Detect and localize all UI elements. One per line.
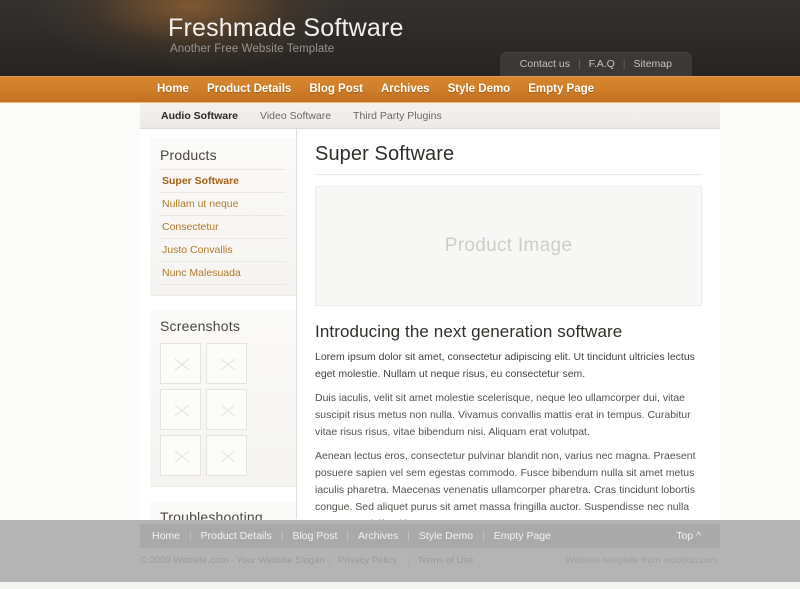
header-inner: Freshmade Software Another Free Website … bbox=[140, 0, 720, 76]
nav-item-home[interactable]: Home bbox=[148, 76, 198, 103]
list-item: Nunc Malesuada bbox=[160, 261, 286, 285]
section-heading: Introducing the next generation software bbox=[315, 322, 623, 341]
sidebar-product-justo-convallis[interactable]: Justo Convallis bbox=[160, 239, 286, 261]
sidebar-product-super-software[interactable]: Super Software bbox=[160, 170, 286, 192]
nav-item-product-details[interactable]: Product Details bbox=[198, 76, 300, 110]
privacy-policy-link[interactable]: Privacy Policy bbox=[331, 555, 404, 566]
list-item: Super Software bbox=[160, 169, 286, 192]
secondary-nav: Audio Software Video Software Third Part… bbox=[140, 103, 720, 129]
sidebar-block-products: Products Super Software Nullam ut neque … bbox=[150, 139, 296, 296]
screenshot-thumbnail-grid bbox=[160, 340, 286, 476]
paragraph-body-1: Duis iaculis, velit sit amet molestie sc… bbox=[315, 392, 691, 438]
nav-item-style-demo[interactable]: Style Demo bbox=[439, 76, 520, 103]
nav-item-blog-post[interactable]: Blog Post bbox=[300, 76, 372, 103]
nav-item-empty-page[interactable]: Empty Page bbox=[519, 76, 603, 103]
back-to-top-link[interactable]: Top ^ bbox=[667, 530, 710, 542]
list-item: Consectetur bbox=[160, 215, 286, 238]
sidebar-block-screenshots: Screenshots bbox=[150, 310, 296, 487]
footer-nav-empty-page[interactable]: Empty Page bbox=[485, 530, 560, 542]
screenshot-thumbnail[interactable] bbox=[160, 389, 201, 430]
primary-nav-bar: Home Product Details Blog Post Archives … bbox=[0, 76, 800, 110]
sidebar: Products Super Software Nullam ut neque … bbox=[140, 129, 297, 589]
screenshot-thumbnail[interactable] bbox=[206, 343, 247, 384]
main-content: Super Software Product Image Introducing… bbox=[297, 129, 720, 558]
screenshot-thumbnail[interactable] bbox=[206, 389, 247, 430]
sidebar-product-consectetur[interactable]: Consectetur bbox=[160, 216, 286, 238]
page-title: Super Software bbox=[315, 143, 702, 175]
screenshot-thumbnail[interactable] bbox=[160, 435, 201, 476]
site-title: Freshmade Software bbox=[168, 14, 404, 42]
footer-bottom-edge bbox=[0, 582, 800, 589]
screenshot-thumbnail[interactable] bbox=[206, 435, 247, 476]
paragraph-intro: Lorem ipsum dolor sit amet, consectetur … bbox=[315, 351, 695, 380]
template-credit-text: Website template from moobon.com bbox=[565, 555, 718, 566]
product-image-placeholder: Product Image bbox=[315, 186, 702, 306]
subnav-item-audio-software[interactable]: Audio Software bbox=[150, 110, 249, 122]
sidebar-product-nullam-ut-neque[interactable]: Nullam ut neque bbox=[160, 193, 286, 215]
content-row: Products Super Software Nullam ut neque … bbox=[140, 129, 720, 589]
sidebar-product-nunc-malesuada[interactable]: Nunc Malesuada bbox=[160, 262, 286, 284]
footer-nav-style-demo[interactable]: Style Demo bbox=[410, 530, 482, 542]
utility-links: Contact us | F.A.Q | Sitemap bbox=[499, 52, 692, 76]
page-container: Audio Software Video Software Third Part… bbox=[140, 103, 720, 589]
copyright-text: © 2009 Website.com - Your Website Slogan bbox=[140, 555, 325, 566]
site-header: Freshmade Software Another Free Website … bbox=[0, 0, 800, 76]
nav-item-archives[interactable]: Archives bbox=[372, 76, 439, 103]
footer-nav-blog-post[interactable]: Blog Post bbox=[283, 530, 346, 542]
subnav-item-third-party-plugins[interactable]: Third Party Plugins bbox=[342, 110, 453, 122]
footer-legal-row: © 2009 Website.com - Your Website Slogan… bbox=[140, 555, 720, 566]
sidebar-screenshots-title: Screenshots bbox=[160, 318, 241, 334]
footer-nav-product-details[interactable]: Product Details bbox=[192, 530, 281, 542]
site-tagline: Another Free Website Template bbox=[170, 43, 335, 55]
screenshot-thumbnail[interactable] bbox=[160, 343, 201, 384]
utility-link-sitemap[interactable]: Sitemap bbox=[625, 58, 680, 70]
list-item: Nullam ut neque bbox=[160, 192, 286, 215]
list-item: Justo Convallis bbox=[160, 238, 286, 261]
footer-nav-archives[interactable]: Archives bbox=[349, 530, 407, 542]
footer-nav: Home | Product Details | Blog Post | Arc… bbox=[140, 524, 720, 548]
subnav-item-video-software[interactable]: Video Software bbox=[249, 110, 342, 122]
sidebar-products-title: Products bbox=[160, 147, 217, 163]
primary-nav: Home Product Details Blog Post Archives … bbox=[140, 76, 720, 110]
sidebar-products-list: Super Software Nullam ut neque Consectet… bbox=[160, 169, 286, 285]
utility-link-contact-us[interactable]: Contact us bbox=[512, 58, 578, 70]
utility-link-faq[interactable]: F.A.Q bbox=[581, 58, 623, 70]
footer-nav-home[interactable]: Home bbox=[150, 530, 189, 542]
terms-of-use-link[interactable]: Terms of Use bbox=[410, 555, 480, 566]
